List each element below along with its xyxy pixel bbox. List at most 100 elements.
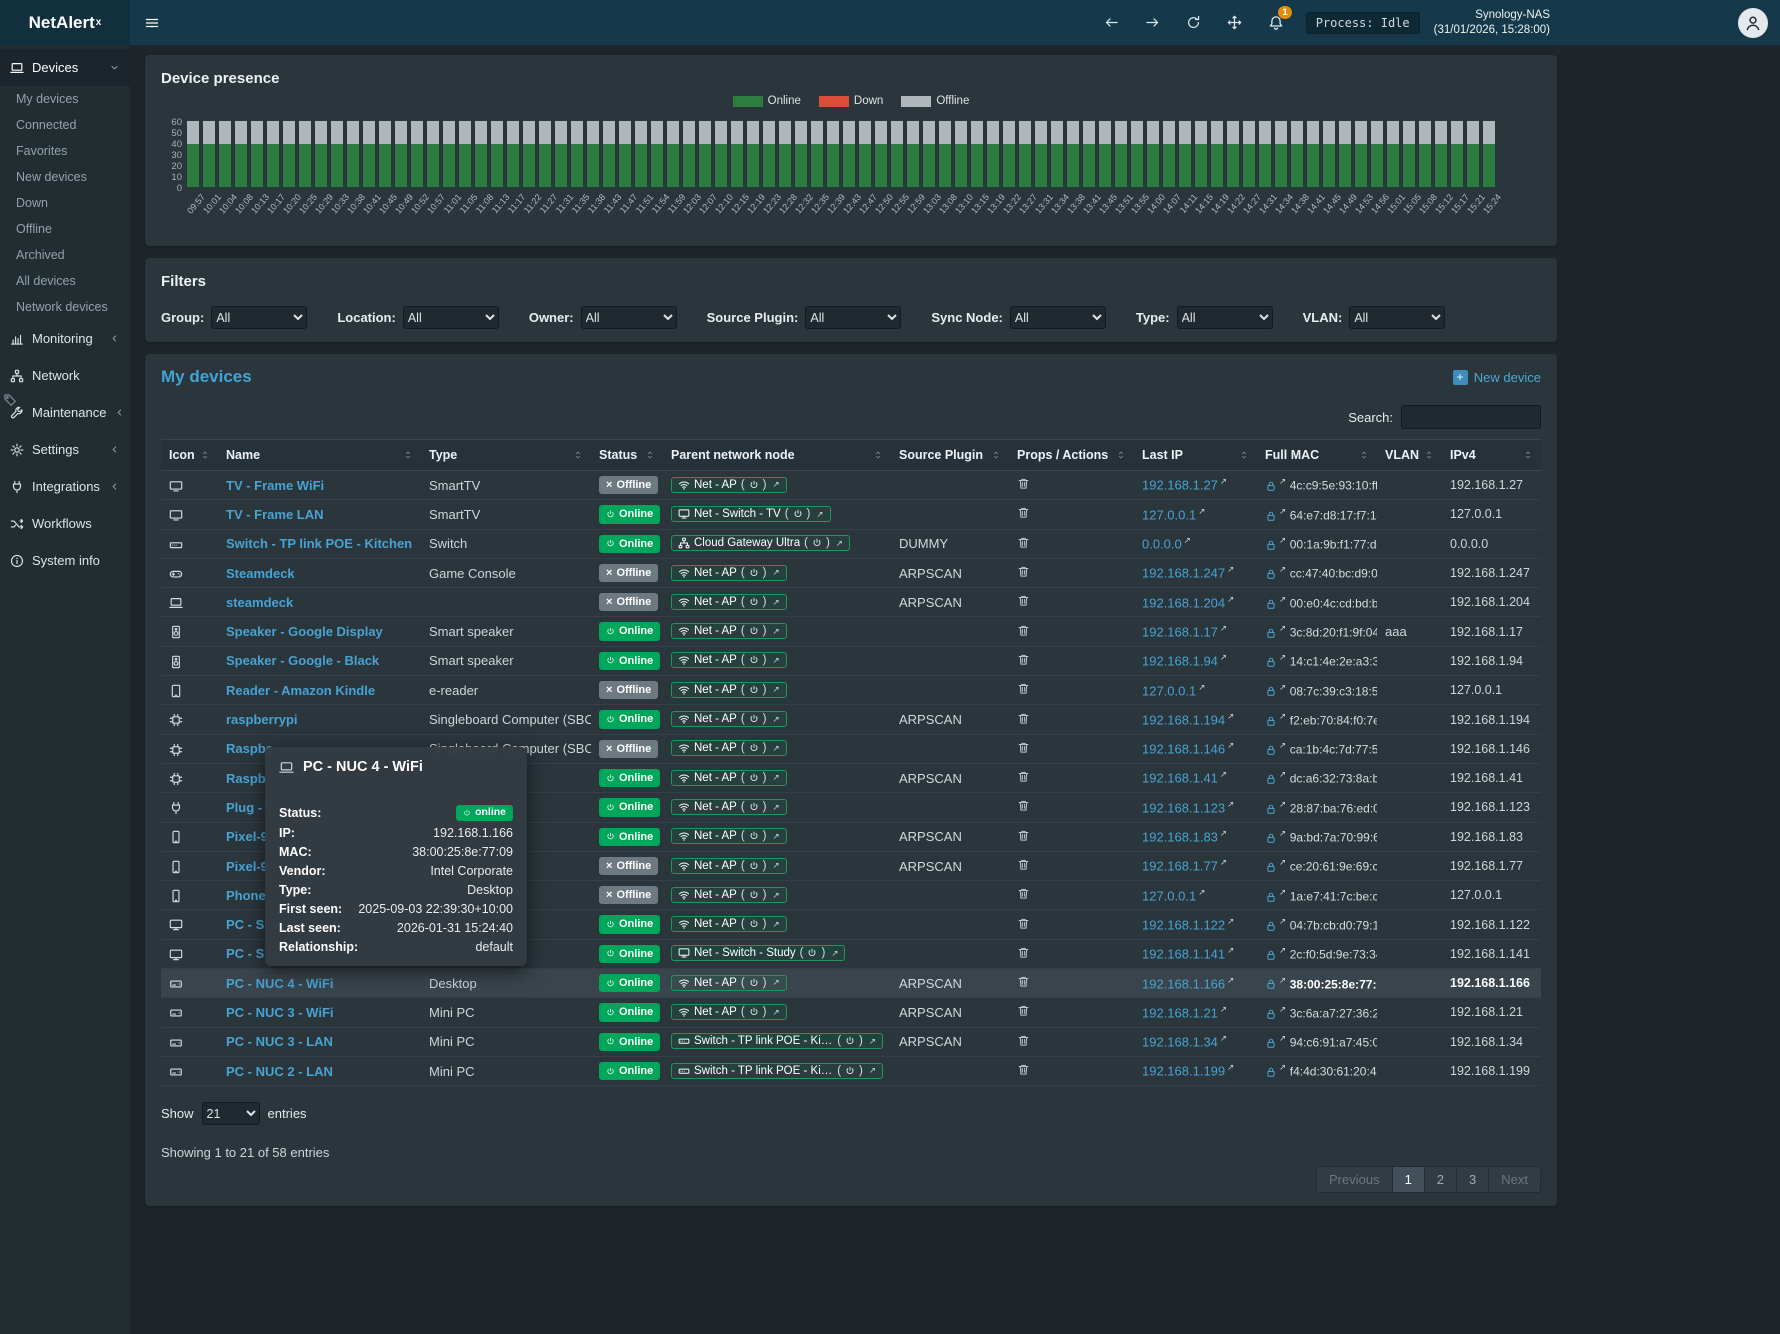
table-row[interactable]: SteamdeckGame Console×OfflineNet - AP()↗… <box>161 558 1541 587</box>
delete-device-icon[interactable] <box>1017 829 1030 842</box>
sidebar-subitem-new-devices[interactable]: New devices <box>0 164 130 190</box>
parent-node-button[interactable]: Net - AP()↗ <box>671 711 787 727</box>
sidebar-item-system-info[interactable]: System info <box>0 542 130 579</box>
lock-icon[interactable] <box>1265 685 1277 697</box>
device-name-link[interactable]: Speaker - Google - Black <box>226 653 379 668</box>
sidebar-item-maintenance[interactable]: Maintenance <box>0 394 130 431</box>
device-name-link[interactable]: Speaker - Google Display <box>226 624 383 639</box>
device-name-link[interactable]: Pixel-9 <box>226 829 268 844</box>
lock-icon[interactable] <box>1265 861 1277 873</box>
delete-device-icon[interactable] <box>1017 741 1030 754</box>
last-ip-link[interactable]: 192.168.1.94 <box>1142 654 1218 669</box>
device-name-link[interactable]: Switch - TP link POE - Kitchen <box>226 536 412 551</box>
device-name-link[interactable]: Pixel-9 <box>226 859 268 874</box>
parent-node-button[interactable]: Net - AP()↗ <box>671 652 787 668</box>
sidebar-item-monitoring[interactable]: Monitoring <box>0 320 130 357</box>
column-header-last-ip[interactable]: Last IP <box>1134 440 1257 471</box>
lock-icon[interactable] <box>1265 568 1277 580</box>
parent-node-button[interactable]: Net - AP()↗ <box>671 623 787 639</box>
table-row[interactable]: Speaker - Google - BlackSmart speakerOnl… <box>161 646 1541 675</box>
table-row[interactable]: PC - NUC 4 - WiFiDesktopOnlineNet - AP()… <box>161 969 1541 998</box>
table-row[interactable]: raspberrypiSingleboard Computer (SBC)Onl… <box>161 705 1541 734</box>
lock-icon[interactable] <box>1265 627 1277 639</box>
last-ip-link[interactable]: 192.168.1.21 <box>1142 1005 1218 1020</box>
parent-node-button[interactable]: Net - AP()↗ <box>671 1004 787 1020</box>
lock-icon[interactable] <box>1265 920 1277 932</box>
delete-device-icon[interactable] <box>1017 506 1030 519</box>
parent-node-button[interactable]: Net - AP()↗ <box>671 799 787 815</box>
last-ip-link[interactable]: 192.168.1.123 <box>1142 800 1225 815</box>
pagination-previous[interactable]: Previous <box>1316 1166 1393 1193</box>
last-ip-link[interactable]: 192.168.1.166 <box>1142 976 1225 991</box>
lock-icon[interactable] <box>1265 978 1277 990</box>
last-ip-link[interactable]: 192.168.1.141 <box>1142 947 1225 962</box>
column-header-type[interactable]: Type <box>421 440 591 471</box>
filter-select-sync-node[interactable]: All <box>1010 306 1106 329</box>
nav-back-button[interactable] <box>1104 15 1119 30</box>
nav-forward-button[interactable] <box>1145 15 1160 30</box>
delete-device-icon[interactable] <box>1017 712 1030 725</box>
delete-device-icon[interactable] <box>1017 565 1030 578</box>
sidebar-subitem-connected[interactable]: Connected <box>0 112 130 138</box>
sidebar-subitem-offline[interactable]: Offline <box>0 216 130 242</box>
parent-node-button[interactable]: Net - AP()↗ <box>671 594 787 610</box>
search-input[interactable] <box>1401 405 1541 429</box>
delete-device-icon[interactable] <box>1017 917 1030 930</box>
filter-select-owner[interactable]: All <box>581 306 677 329</box>
delete-device-icon[interactable] <box>1017 594 1030 607</box>
sidebar-subitem-down[interactable]: Down <box>0 190 130 216</box>
last-ip-link[interactable]: 192.168.1.122 <box>1142 917 1225 932</box>
device-name-link[interactable]: PC - NUC 3 - LAN <box>226 1034 333 1049</box>
column-header-status[interactable]: Status <box>591 440 663 471</box>
sidebar-item-workflows[interactable]: Workflows <box>0 505 130 542</box>
brand-logo[interactable]: NetAlertx <box>0 0 130 45</box>
last-ip-link[interactable]: 192.168.1.34 <box>1142 1034 1218 1049</box>
last-ip-link[interactable]: 192.168.1.41 <box>1142 771 1218 786</box>
parent-node-button[interactable]: Cloud Gateway Ultra()↗ <box>671 535 850 551</box>
pagination-page-3[interactable]: 3 <box>1457 1166 1489 1193</box>
refresh-button[interactable] <box>1186 15 1201 30</box>
last-ip-link[interactable]: 192.168.1.83 <box>1142 829 1218 844</box>
sidebar-subitem-network-devices[interactable]: Network devices <box>0 294 130 320</box>
device-name-link[interactable]: PC - NUC 2 - LAN <box>226 1064 333 1079</box>
column-header-vlan[interactable]: VLAN <box>1377 440 1442 471</box>
sidebar-toggle-button[interactable] <box>130 0 174 45</box>
filter-select-source-plugin[interactable]: All <box>805 306 901 329</box>
device-name-link[interactable]: Steamdeck <box>226 566 295 581</box>
column-header-icon[interactable]: Icon <box>161 440 218 471</box>
parent-node-button[interactable]: Net - Switch - Study()↗ <box>671 945 845 961</box>
delete-device-icon[interactable] <box>1017 682 1030 695</box>
column-header-source-plugin[interactable]: Source Plugin <box>891 440 1009 471</box>
device-name-link[interactable]: TV - Frame WiFi <box>226 478 324 493</box>
lock-icon[interactable] <box>1265 1037 1277 1049</box>
delete-device-icon[interactable] <box>1017 887 1030 900</box>
fullscreen-move-button[interactable] <box>1227 15 1242 30</box>
lock-icon[interactable] <box>1265 891 1277 903</box>
sidebar-subitem-favorites[interactable]: Favorites <box>0 138 130 164</box>
last-ip-link[interactable]: 192.168.1.17 <box>1142 624 1218 639</box>
filter-select-group[interactable]: All <box>211 306 307 329</box>
parent-node-button[interactable]: Net - AP()↗ <box>671 740 787 756</box>
delete-device-icon[interactable] <box>1017 624 1030 637</box>
delete-device-icon[interactable] <box>1017 536 1030 549</box>
parent-node-button[interactable]: Net - AP()↗ <box>671 858 787 874</box>
device-name-link[interactable]: steamdeck <box>226 595 293 610</box>
new-device-button[interactable]: New device <box>1453 370 1541 385</box>
table-row[interactable]: Speaker - Google DisplaySmart speakerOnl… <box>161 617 1541 646</box>
sidebar-subitem-all-devices[interactable]: All devices <box>0 268 130 294</box>
lock-icon[interactable] <box>1265 803 1277 815</box>
parent-node-button[interactable]: Switch - TP link POE - Kitchen()↗ <box>671 1063 883 1079</box>
last-ip-link[interactable]: 127.0.0.1 <box>1142 507 1196 522</box>
notifications-button[interactable]: 1 <box>1268 15 1284 31</box>
delete-device-icon[interactable] <box>1017 975 1030 988</box>
filter-select-type[interactable]: All <box>1177 306 1273 329</box>
parent-node-button[interactable]: Net - AP()↗ <box>671 565 787 581</box>
table-row[interactable]: steamdeck×OfflineNet - AP()↗ARPSCAN192.1… <box>161 588 1541 617</box>
pagination-next[interactable]: Next <box>1489 1166 1541 1193</box>
filter-select-location[interactable]: All <box>403 306 499 329</box>
filter-select-vlan[interactable]: All <box>1349 306 1445 329</box>
sidebar-item-network[interactable]: Network <box>0 357 130 394</box>
lock-icon[interactable] <box>1265 598 1277 610</box>
column-header-props-actions[interactable]: Props / Actions <box>1009 440 1134 471</box>
pagination-page-2[interactable]: 2 <box>1425 1166 1457 1193</box>
